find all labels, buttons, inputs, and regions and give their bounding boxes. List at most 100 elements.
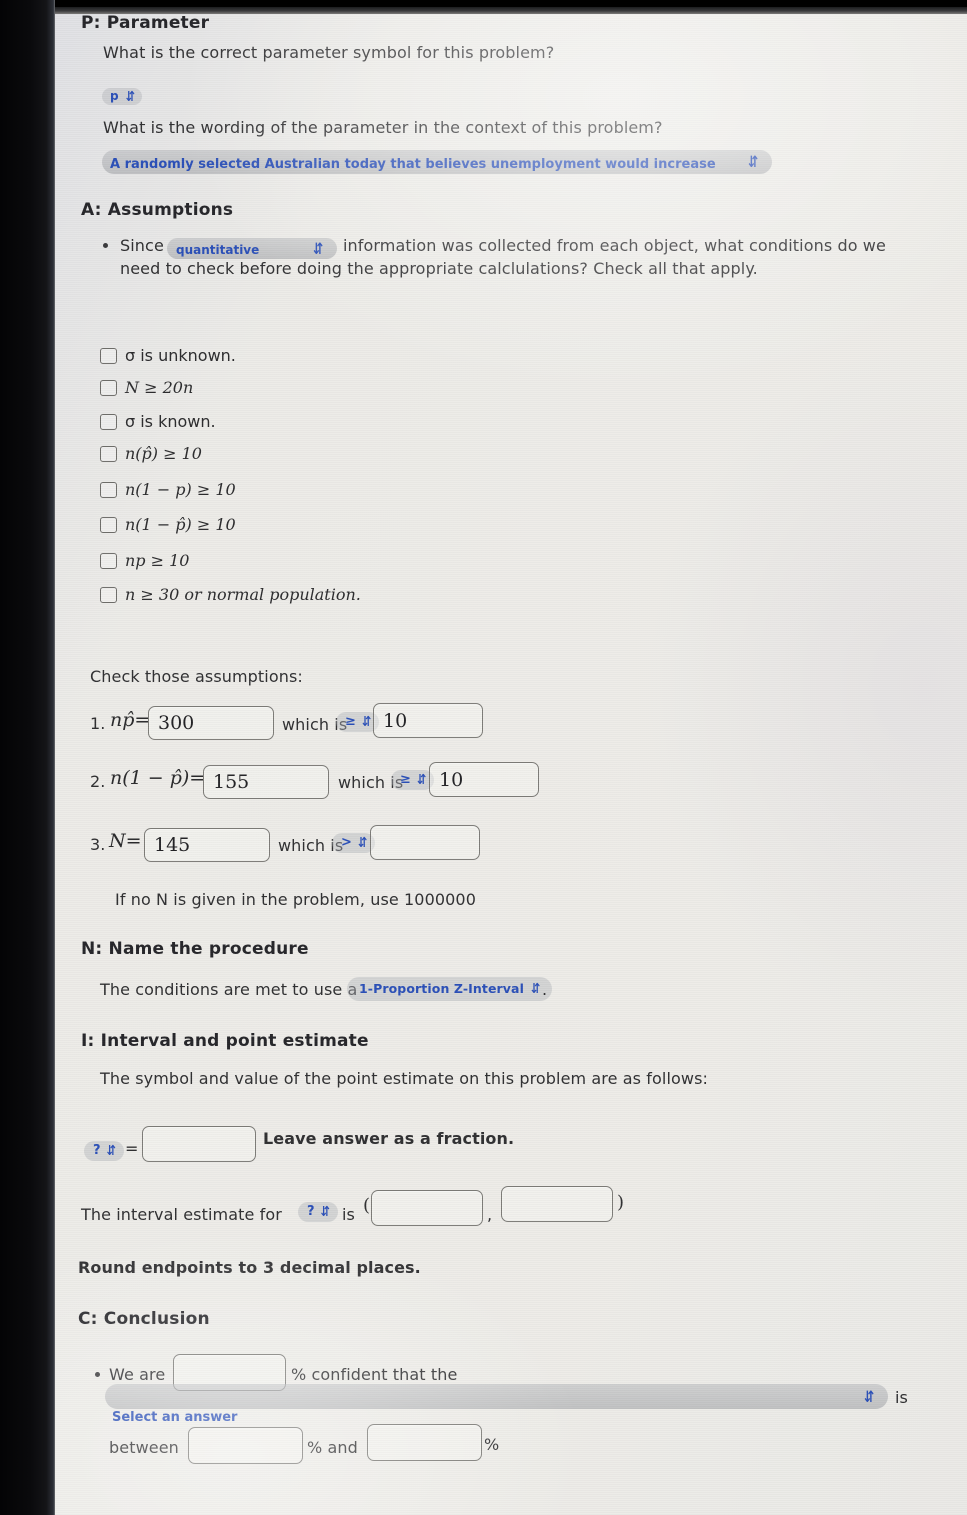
check-assumptions-heading: Check those assumptions:	[90, 667, 303, 686]
conclusion-lower-input[interactable]	[188, 1427, 303, 1464]
assumption-option-n-phat-ge-10[interactable]: n(p̂) ≥ 10	[100, 444, 202, 463]
assumption-option-np-ge-10[interactable]: np ≥ 10	[100, 551, 189, 570]
interval-close-paren: )	[617, 1192, 625, 1213]
name-procedure-text: The conditions are met to use a	[100, 980, 358, 999]
check-row-2-compare-input[interactable]: 10	[429, 762, 539, 797]
device-left-bezel	[0, 0, 55, 1515]
interval-estimate-prefix: The interval estimate for	[81, 1205, 282, 1224]
procedure-value: 1-Proportion Z-Interval	[359, 981, 524, 996]
assumption-option-sigma-unknown[interactable]: σ is unknown.	[100, 346, 236, 365]
point-estimate-input[interactable]	[142, 1126, 256, 1162]
checkbox-icon[interactable]	[100, 516, 117, 533]
check-row-3-value-input[interactable]: 145	[144, 828, 270, 862]
check-row-1-operator-value: ≥	[345, 713, 356, 729]
chevron-updown-icon: ⇵	[125, 87, 136, 105]
chevron-updown-icon: ⇵	[863, 1387, 874, 1406]
check-row-3-compare-input[interactable]	[370, 825, 480, 860]
interval-open-paren: (	[363, 1195, 371, 1216]
interval-symbol-value: ?	[307, 1203, 315, 1219]
conclusion-answer-dropdown[interactable]: ⇵	[105, 1384, 888, 1409]
parameter-symbol-dropdown[interactable]: p ⇵	[102, 86, 143, 105]
chevron-updown-icon: ⇵	[362, 712, 372, 730]
parameter-wording-value: A randomly selected Australian today tha…	[110, 157, 716, 172]
checkbox-icon[interactable]	[100, 379, 117, 396]
interval-comma: ,	[487, 1205, 493, 1224]
chevron-updown-icon: ⇵	[747, 152, 758, 172]
check-row-2-value-input[interactable]: 155	[203, 765, 329, 799]
assumption-option-sigma-known[interactable]: σ is known.	[100, 412, 216, 431]
section-heading-assumptions: A: Assumptions	[81, 200, 234, 220]
check-row-1-value-input[interactable]: 300	[148, 706, 274, 740]
section-heading-conclusion: C: Conclusion	[78, 1309, 210, 1329]
check-row-2-operator-value: ≥	[400, 771, 411, 787]
check-row-2-number: 2.	[90, 772, 106, 791]
name-procedure-period: .	[542, 980, 548, 999]
parameter-question-symbol: What is the correct parameter symbol for…	[103, 43, 555, 62]
data-type-value: quantitative	[176, 243, 260, 257]
conclusion-percent-and: % and	[307, 1438, 358, 1457]
interval-symbol-dropdown[interactable]: ? ⇵	[298, 1201, 338, 1222]
check-row-3-operator-value: >	[341, 834, 352, 850]
conclusion-upper-input[interactable]	[367, 1424, 482, 1461]
bullet-point	[103, 243, 108, 248]
assumption-option-label: n(p̂) ≥ 10	[125, 444, 202, 463]
procedure-dropdown[interactable]: 1-Proportion Z-Interval ⇵	[347, 977, 553, 1001]
assumption-option-n-1-minus-phat-ge-10[interactable]: n(1 − p̂) ≥ 10	[100, 515, 236, 534]
chevron-updown-icon: ⇵	[530, 980, 541, 997]
check-row-3-number: 3.	[90, 835, 106, 854]
point-estimate-equals: =	[125, 1139, 139, 1158]
check-row-3-symbol: N=	[109, 830, 142, 852]
assumptions-since-suffix: information was collected from each obje…	[343, 236, 886, 255]
assumption-option-n-ge-20n[interactable]: N ≥ 20n	[100, 378, 193, 397]
checkbox-icon[interactable]	[100, 481, 117, 498]
point-estimate-symbol-value: ?	[93, 1142, 101, 1158]
screen-top-bezel	[55, 7, 967, 14]
section-heading-parameter: P: Parameter	[81, 13, 210, 33]
conclusion-answer-placeholder: Select an answer	[112, 1410, 238, 1425]
conclusion-percent-confident: % confident that the	[291, 1365, 458, 1384]
check-row-1-compare-input[interactable]: 10	[373, 703, 483, 738]
assumption-option-label: σ is known.	[125, 412, 216, 431]
conclusion-we-are: We are	[109, 1365, 166, 1384]
check-row-3-operator-dropdown[interactable]: > ⇵	[332, 832, 376, 853]
section-heading-name-procedure: N: Name the procedure	[81, 939, 309, 959]
quiz-page: P: Parameter What is the correct paramet…	[55, 7, 967, 1515]
assumption-option-n-1-minus-p-ge-10[interactable]: n(1 − p) ≥ 10	[100, 480, 236, 499]
point-estimate-symbol-dropdown[interactable]: ? ⇵	[84, 1140, 124, 1161]
interval-is-word: is	[342, 1205, 355, 1224]
assumptions-since-line2: need to check before doing the appropria…	[120, 259, 758, 278]
assumption-option-label: n ≥ 30 or normal population.	[125, 585, 361, 604]
interval-lower-input[interactable]	[371, 1190, 483, 1226]
checkbox-icon[interactable]	[100, 413, 117, 430]
chevron-updown-icon: ⇵	[320, 1202, 330, 1220]
section-heading-interval: I: Interval and point estimate	[81, 1031, 369, 1051]
chevron-updown-icon: ⇵	[312, 239, 323, 258]
assumption-option-label: n(1 − p̂) ≥ 10	[125, 515, 236, 534]
check-row-2-symbol: n(1 − p̂)=	[110, 767, 206, 789]
interval-upper-input[interactable]	[501, 1186, 613, 1222]
checkbox-icon[interactable]	[100, 347, 117, 364]
chevron-updown-icon: ⇵	[106, 1141, 116, 1159]
checkbox-icon[interactable]	[100, 552, 117, 569]
conclusion-between: between	[109, 1438, 179, 1457]
fraction-note: Leave answer as a fraction.	[263, 1129, 515, 1148]
chevron-updown-icon: ⇵	[417, 770, 427, 788]
checkbox-icon[interactable]	[100, 445, 117, 462]
check-row-2-operator-dropdown[interactable]: ≥ ⇵	[391, 769, 435, 790]
interval-intro: The symbol and value of the point estima…	[100, 1069, 709, 1088]
assumptions-since-prefix: Since	[120, 236, 164, 255]
assumption-option-label: n(1 − p) ≥ 10	[125, 480, 236, 499]
bullet-point	[95, 1372, 100, 1377]
no-n-note: If no N is given in the problem, use 100…	[115, 890, 476, 909]
check-row-1-symbol: np̂=	[110, 709, 151, 731]
check-row-1-number: 1.	[90, 714, 106, 733]
assumption-option-label: np ≥ 10	[125, 551, 190, 570]
assumption-option-label: σ is unknown.	[125, 346, 236, 365]
assumption-option-label: N ≥ 20n	[125, 378, 194, 397]
conclusion-is-word: is	[895, 1388, 908, 1407]
parameter-symbol-value: p	[110, 89, 119, 103]
assumption-option-n-ge-30[interactable]: n ≥ 30 or normal population.	[100, 585, 361, 604]
chevron-updown-icon: ⇵	[358, 833, 368, 851]
checkbox-icon[interactable]	[100, 586, 117, 603]
conclusion-percent-sign: %	[484, 1435, 500, 1454]
